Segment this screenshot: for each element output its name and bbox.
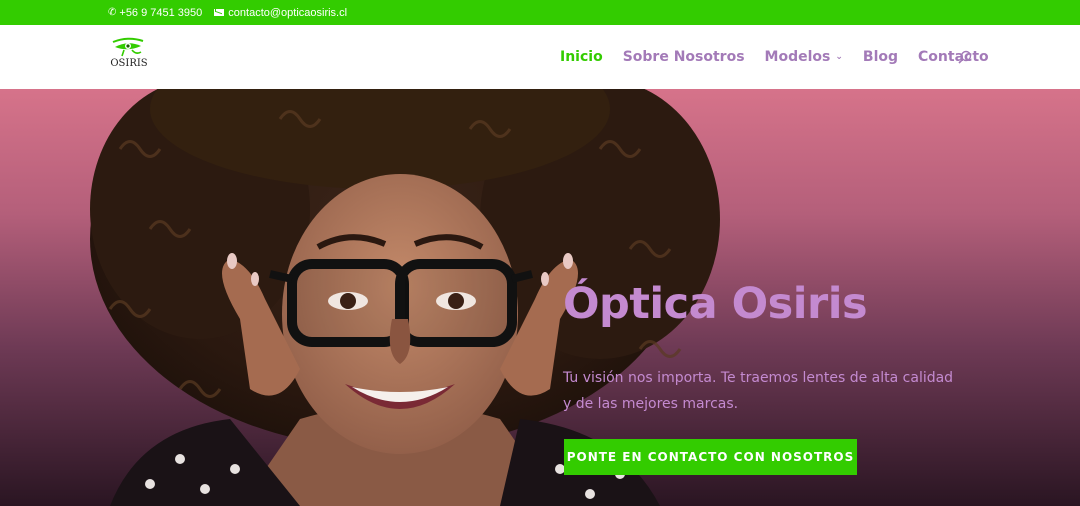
nav-item-inicio[interactable]: Inicio bbox=[560, 49, 603, 65]
email-info[interactable]: contacto@opticaosiris.cl bbox=[214, 7, 347, 19]
main-nav: Inicio Sobre Nosotros Modelos ⌄ Blog Cont… bbox=[560, 25, 1009, 89]
top-bar: ✆ +56 9 7451 3950 contacto@opticaosiris.… bbox=[0, 0, 1080, 25]
hero-section: Óptica Osiris Tu visión nos importa. Te … bbox=[0, 89, 1080, 506]
nav-item-sobre-nosotros[interactable]: Sobre Nosotros bbox=[623, 49, 745, 65]
hero-subtitle-line-1: Tu visión nos importa. Te traemos lentes… bbox=[563, 370, 954, 386]
chevron-down-icon: ⌄ bbox=[835, 52, 843, 62]
envelope-icon bbox=[214, 9, 225, 16]
phone-number: +56 9 7451 3950 bbox=[119, 6, 203, 19]
nav-item-modelos[interactable]: Modelos ⌄ bbox=[765, 49, 843, 65]
logo[interactable]: OSIRIS bbox=[110, 37, 148, 75]
eye-of-horus-icon bbox=[112, 37, 144, 57]
hero-image-woman-with-glasses bbox=[90, 89, 720, 506]
nav-item-blog[interactable]: Blog bbox=[863, 49, 898, 65]
hero-subtitle: Tu visión nos importa. Te traemos lentes… bbox=[563, 365, 983, 417]
site-header: OSIRIS Inicio Sobre Nosotros Modelos ⌄ Bl… bbox=[0, 25, 1080, 89]
contact-us-button[interactable]: PONTE EN CONTACTO CON NOSOTROS bbox=[564, 439, 857, 475]
phone-info[interactable]: ✆ +56 9 7451 3950 bbox=[108, 7, 202, 19]
hero-subtitle-line-2: y de las mejores marcas. bbox=[563, 396, 739, 412]
hero-title: Óptica Osiris bbox=[563, 279, 868, 329]
nav-item-modelos-label: Modelos bbox=[764, 49, 831, 65]
phone-icon: ✆ bbox=[108, 6, 117, 18]
email-address: contacto@opticaosiris.cl bbox=[228, 6, 348, 19]
search-icon[interactable] bbox=[958, 50, 972, 64]
nav-item-contacto[interactable]: Contacto bbox=[918, 49, 989, 65]
logo-text: OSIRIS bbox=[110, 58, 148, 69]
